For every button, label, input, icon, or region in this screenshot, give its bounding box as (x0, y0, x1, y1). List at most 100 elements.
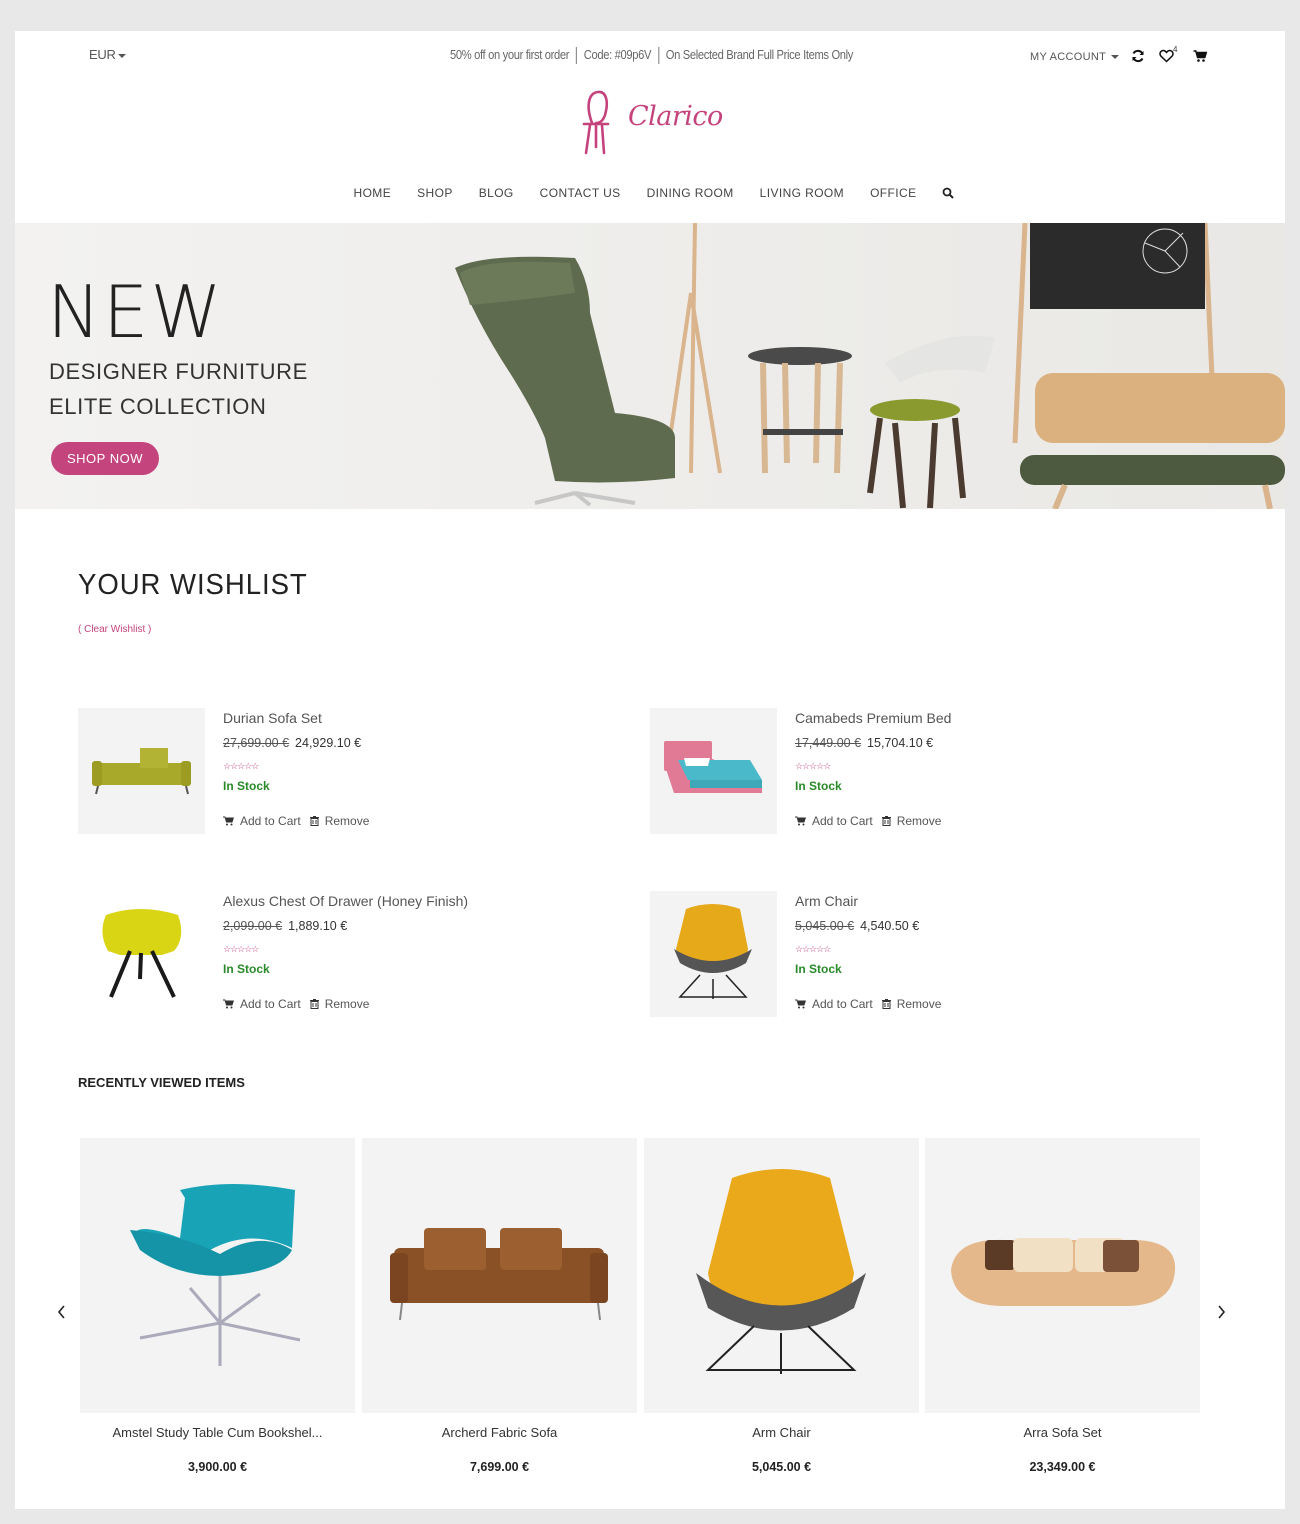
search-icon[interactable] (942, 186, 955, 204)
chevron-down-icon (1111, 55, 1120, 60)
product-image[interactable] (925, 1138, 1200, 1413)
old-price: 17,449.00 € (795, 736, 862, 750)
product-price: 2,099.00 € 1,889.10 € (223, 919, 347, 933)
rating-stars-icon: ☆☆☆☆☆ (795, 944, 831, 954)
promo-code: Code: #09p6V (583, 47, 652, 62)
top-bar: EUR 50% off on your first order Code: #09… (15, 31, 1285, 81)
wishlist-item: Durian Sofa Set 27,699.00 € 24,929.10 € ☆… (78, 708, 578, 834)
trash-icon (881, 816, 891, 826)
my-account-menu[interactable]: MY ACCOUNT (1030, 51, 1120, 63)
product-thumbnail[interactable] (78, 891, 205, 1017)
product-price: 23,349.00 € (1029, 1460, 1096, 1474)
header-icons: 4 (1131, 45, 1208, 63)
wishlist-heart-icon[interactable]: 4 (1159, 45, 1177, 63)
product-image[interactable] (362, 1138, 637, 1413)
compare-icon[interactable] (1131, 49, 1145, 63)
item-actions: Add to Cart Remove (795, 814, 941, 828)
carousel-next-button[interactable] (1214, 1303, 1228, 1321)
add-to-cart-label: Add to Cart (240, 814, 301, 828)
wishlist-title: YOUR WISHLIST (78, 569, 308, 601)
nav-contact-us[interactable]: CONTACT US (540, 186, 621, 204)
stock-status: In Stock (795, 779, 842, 793)
page: EUR 50% off on your first order Code: #09… (15, 31, 1285, 1509)
logo[interactable]: Clarico (578, 89, 728, 159)
old-price: 27,699.00 € (223, 736, 290, 750)
shop-now-button[interactable]: SHOP NOW (51, 442, 159, 475)
rating-stars-icon: ☆☆☆☆☆ (795, 761, 831, 771)
product-name[interactable]: Camabeds Premium Bed (795, 710, 951, 726)
hero-headline: NEW (47, 270, 224, 354)
product-name[interactable]: Arm Chair (644, 1425, 919, 1440)
product-name[interactable]: Alexus Chest Of Drawer (Honey Finish) (223, 893, 468, 909)
product-price: 27,699.00 € 24,929.10 € (223, 736, 361, 750)
product-card[interactable]: Archerd Fabric Sofa 7,699.00 € (362, 1138, 637, 1474)
product-image[interactable] (80, 1138, 355, 1413)
sale-price: 1,889.10 € (288, 919, 348, 933)
product-price: 3,900.00 € (187, 1460, 248, 1474)
product-name[interactable]: Archerd Fabric Sofa (362, 1425, 637, 1440)
nav-dining-room[interactable]: DINING ROOM (647, 186, 734, 204)
hero-banner: NEW DESIGNER FURNITURE ELITE COLLECTION … (15, 223, 1285, 509)
sale-price: 15,704.10 € (867, 736, 934, 750)
chair-logo-icon (582, 90, 610, 155)
old-price: 5,045.00 € (795, 919, 855, 933)
trash-icon (309, 816, 319, 826)
product-image[interactable] (644, 1138, 919, 1413)
remove-label: Remove (896, 814, 942, 828)
promo-terms: On Selected Brand Full Price Items Only (665, 47, 854, 62)
product-card[interactable]: Arm Chair 5,045.00 € (644, 1138, 919, 1474)
product-price: 17,449.00 € 15,704.10 € (795, 736, 933, 750)
product-thumbnail[interactable] (650, 708, 777, 834)
main-nav: HOME SHOP BLOG CONTACT US DINING ROOM LI… (15, 186, 1285, 204)
my-account-label: MY ACCOUNT (1030, 51, 1106, 63)
chevron-right-icon (1218, 1305, 1226, 1319)
remove-button[interactable]: Remove (881, 997, 942, 1011)
nav-shop[interactable]: SHOP (417, 186, 453, 204)
item-actions: Add to Cart Remove (223, 814, 369, 828)
remove-label: Remove (324, 997, 370, 1011)
add-to-cart-button[interactable]: Add to Cart (223, 997, 301, 1011)
product-card[interactable]: Amstel Study Table Cum Bookshel... 3,900… (80, 1138, 355, 1474)
clear-wishlist-link[interactable]: ( Clear Wishlist ) (78, 624, 151, 635)
product-thumbnail[interactable] (78, 708, 205, 834)
add-to-cart-button[interactable]: Add to Cart (795, 814, 873, 828)
product-name[interactable]: Amstel Study Table Cum Bookshel... (80, 1425, 355, 1440)
product-name[interactable]: Arra Sofa Set (925, 1425, 1200, 1440)
add-to-cart-label: Add to Cart (812, 997, 873, 1011)
stock-status: In Stock (795, 962, 842, 976)
promo-offer: 50% off on your first order (450, 47, 570, 62)
product-card[interactable]: Arra Sofa Set 23,349.00 € (925, 1138, 1200, 1474)
product-name[interactable]: Durian Sofa Set (223, 710, 322, 726)
logo-text: Clarico (628, 101, 723, 132)
trash-icon (881, 999, 891, 1009)
product-price: 5,045.00 € (751, 1460, 812, 1474)
recently-viewed-title: RECENTLY VIEWED ITEMS (78, 1075, 245, 1090)
remove-button[interactable]: Remove (881, 814, 942, 828)
product-thumbnail[interactable] (650, 891, 777, 1017)
rating-stars-icon: ☆☆☆☆☆ (223, 944, 259, 954)
item-actions: Add to Cart Remove (795, 997, 941, 1011)
chevron-left-icon (57, 1305, 65, 1319)
add-to-cart-button[interactable]: Add to Cart (795, 997, 873, 1011)
remove-button[interactable]: Remove (309, 997, 370, 1011)
nav-home[interactable]: HOME (354, 186, 392, 204)
nav-blog[interactable]: BLOG (479, 186, 514, 204)
stock-status: In Stock (223, 962, 270, 976)
remove-label: Remove (896, 997, 942, 1011)
carousel-prev-button[interactable] (55, 1303, 69, 1321)
wishlist-item: Arm Chair 5,045.00 € 4,540.50 € ☆☆☆☆☆ In … (650, 891, 1150, 1017)
product-name[interactable]: Arm Chair (795, 893, 858, 909)
add-to-cart-label: Add to Cart (240, 997, 301, 1011)
rating-stars-icon: ☆☆☆☆☆ (223, 761, 259, 771)
wishlist-count-badge: 4 (1173, 45, 1178, 54)
wishlist-item: Camabeds Premium Bed 17,449.00 € 15,704.1… (650, 708, 1150, 834)
nav-living-room[interactable]: LIVING ROOM (760, 186, 844, 204)
sale-price: 4,540.50 € (860, 919, 920, 933)
nav-office[interactable]: OFFICE (870, 186, 916, 204)
remove-label: Remove (324, 814, 370, 828)
old-price: 2,099.00 € (223, 919, 283, 933)
add-to-cart-button[interactable]: Add to Cart (223, 814, 301, 828)
remove-button[interactable]: Remove (309, 814, 370, 828)
cart-icon[interactable] (1193, 49, 1208, 63)
sale-price: 24,929.10 € (295, 736, 362, 750)
